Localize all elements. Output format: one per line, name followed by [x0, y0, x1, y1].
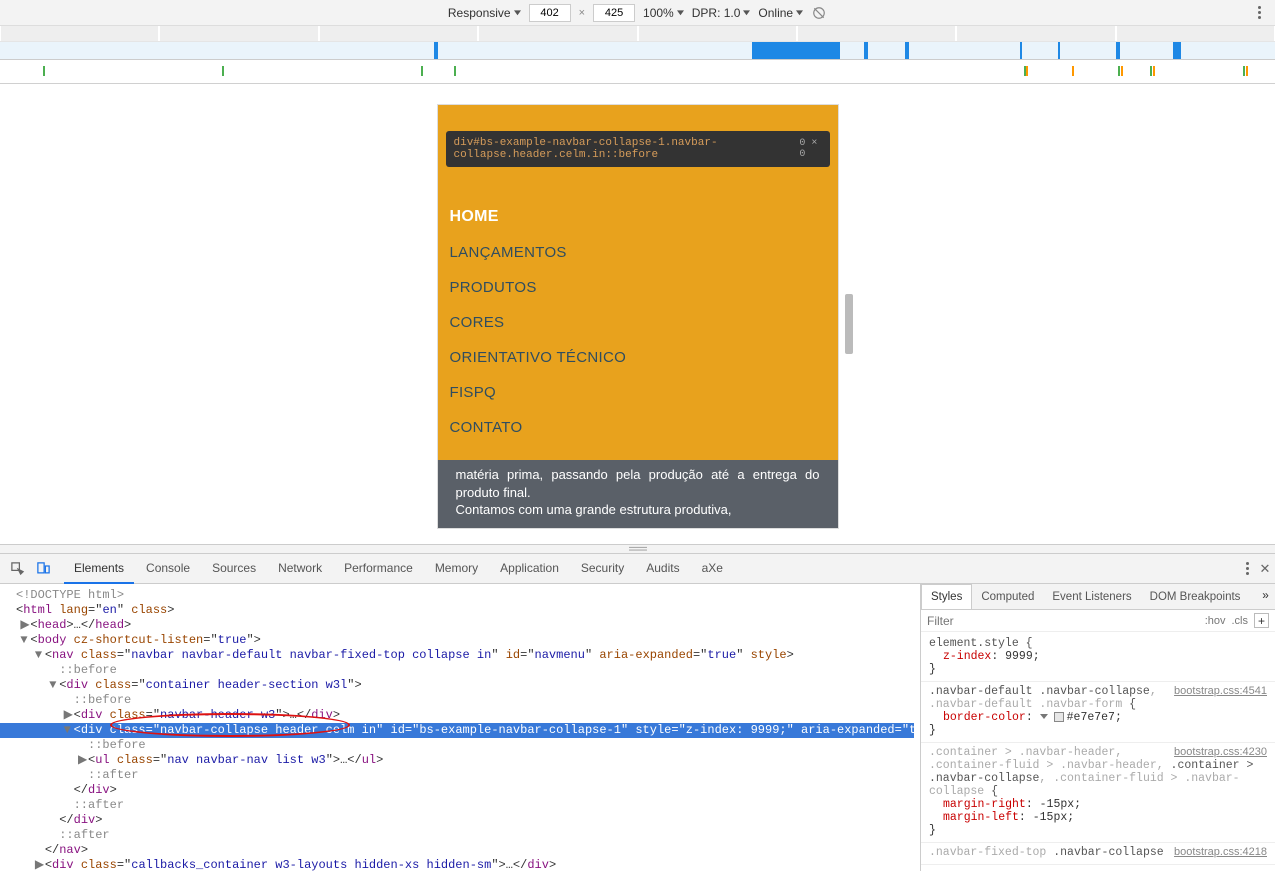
viewport-resize-handle[interactable]: [845, 294, 853, 354]
css-property[interactable]: margin-right: -15px;: [929, 798, 1267, 811]
tab-axe[interactable]: aXe: [692, 554, 733, 584]
tab-memory[interactable]: Memory: [425, 554, 488, 584]
dom-line[interactable]: ▼<div class="navbar-collapse header celm…: [6, 723, 914, 738]
rule-source-link[interactable]: bootstrap.css:4218: [1174, 846, 1267, 858]
styles-rules-list[interactable]: element.style {z-index: 9999;}bootstrap.…: [921, 632, 1275, 871]
tooltip-dimensions: 0 × 0: [799, 138, 821, 160]
device-viewport-area: div#bs-example-navbar-collapse-1.navbar-…: [0, 84, 1275, 544]
styles-tab-styles[interactable]: Styles: [921, 584, 972, 609]
dom-line[interactable]: ::before: [6, 663, 914, 678]
dom-line[interactable]: ▶<ul class="nav navbar-nav list w3">…</u…: [6, 753, 914, 768]
dom-line[interactable]: <!DOCTYPE html>: [6, 588, 914, 603]
device-toolbar: Responsive × 100% DPR: 1.0 Online: [0, 0, 1275, 26]
styles-tab-dom-breakpoints[interactable]: DOM Breakpoints: [1141, 585, 1250, 609]
styles-filter-row: :hov .cls +: [921, 610, 1275, 632]
styles-tab-event-listeners[interactable]: Event Listeners: [1043, 585, 1140, 609]
tab-console[interactable]: Console: [136, 554, 200, 584]
styles-tabs-overflow-icon[interactable]: »: [1256, 590, 1275, 603]
marker-ruler: [0, 60, 1275, 84]
dom-line[interactable]: ▼<body cz-shortcut-listen="true">: [6, 633, 914, 648]
new-style-rule-button[interactable]: +: [1254, 613, 1269, 628]
nav-item-cores[interactable]: CORES: [450, 305, 826, 340]
panel-resize-handle[interactable]: [0, 544, 1275, 554]
toggle-device-icon[interactable]: [31, 557, 55, 581]
zoom-select[interactable]: 100%: [643, 6, 684, 20]
site-nav-menu: HOMELANÇAMENTOSPRODUTOSCORESORIENTATIVO …: [450, 199, 826, 445]
tab-application[interactable]: Application: [490, 554, 569, 584]
throttle-select[interactable]: Online: [758, 6, 803, 20]
styles-panel: StylesComputedEvent ListenersDOM Breakpo…: [920, 584, 1275, 871]
nav-item-orientativo-técnico[interactable]: ORIENTATIVO TÉCNICO: [450, 340, 826, 375]
elements-dom-tree[interactable]: <!DOCTYPE html> <html lang="en" class> ▶…: [0, 584, 920, 871]
throttle-label: Online: [758, 6, 793, 20]
css-property[interactable]: z-index: 9999;: [929, 650, 1267, 663]
devtools-more-icon[interactable]: [1239, 561, 1255, 577]
emulated-viewport[interactable]: div#bs-example-navbar-collapse-1.navbar-…: [437, 104, 839, 529]
rotate-icon[interactable]: [811, 5, 827, 21]
toolbar-more-icon[interactable]: [1251, 5, 1267, 21]
dpr-select[interactable]: DPR: 1.0: [692, 6, 751, 20]
timeline-bar[interactable]: [0, 42, 1275, 60]
styles-tab-computed[interactable]: Computed: [972, 585, 1043, 609]
styles-tabbar: StylesComputedEvent ListenersDOM Breakpo…: [921, 584, 1275, 610]
dom-line[interactable]: ::after: [6, 828, 914, 843]
nav-item-contato[interactable]: CONTATO: [450, 410, 826, 445]
css-property[interactable]: border-color: #e7e7e7;: [929, 711, 1267, 724]
nav-item-lançamentos[interactable]: LANÇAMENTOS: [450, 235, 826, 270]
css-property[interactable]: margin-left: -15px;: [929, 811, 1267, 824]
tab-audits[interactable]: Audits: [636, 554, 689, 584]
device-label: Responsive: [448, 6, 511, 20]
rule-source-link[interactable]: bootstrap.css:4541: [1174, 685, 1267, 697]
dom-line[interactable]: </nav>: [6, 843, 914, 858]
inspect-element-icon[interactable]: [5, 557, 29, 581]
dom-line[interactable]: ▶<div class="callbacks_container w3-layo…: [6, 858, 914, 871]
zoom-label: 100%: [643, 6, 674, 20]
nav-item-fispq[interactable]: FISPQ: [450, 375, 826, 410]
breakpoint-ruler: [0, 26, 1275, 42]
rule-selector[interactable]: element.style {: [929, 637, 1267, 650]
rule-source-link[interactable]: bootstrap.css:4230: [1174, 746, 1267, 758]
dom-line[interactable]: ▼<nav class="navbar navbar-default navba…: [6, 648, 914, 663]
dom-line[interactable]: </div>: [6, 813, 914, 828]
dom-line[interactable]: ▼<div class="container header-section w3…: [6, 678, 914, 693]
tab-sources[interactable]: Sources: [202, 554, 266, 584]
tab-security[interactable]: Security: [571, 554, 634, 584]
element-tooltip: div#bs-example-navbar-collapse-1.navbar-…: [446, 131, 830, 167]
hov-toggle[interactable]: :hov: [1205, 615, 1226, 627]
device-select[interactable]: Responsive: [448, 6, 521, 20]
devtools-close-icon[interactable]: ✕: [1255, 561, 1275, 577]
tooltip-selector: div#bs-example-navbar-collapse-1.navbar-…: [454, 137, 800, 161]
viewport-width-input[interactable]: [529, 4, 571, 22]
devtools-tabbar: ElementsConsoleSourcesNetworkPerformance…: [0, 554, 1275, 584]
tab-network[interactable]: Network: [268, 554, 332, 584]
dom-line[interactable]: ▶<head>…</head>: [6, 618, 914, 633]
viewport-height-input[interactable]: [593, 4, 635, 22]
nav-item-home[interactable]: HOME: [450, 199, 826, 235]
tab-performance[interactable]: Performance: [334, 554, 423, 584]
dom-line[interactable]: ::after: [6, 768, 914, 783]
dom-line[interactable]: ::before: [6, 693, 914, 708]
footer-text-2: Contamos com uma grande estrutura produt…: [456, 501, 820, 519]
tab-elements[interactable]: Elements: [64, 554, 134, 584]
site-content-footer: matéria prima, passando pela produção at…: [438, 460, 838, 528]
dom-line[interactable]: <html lang="en" class>: [6, 603, 914, 618]
cls-toggle[interactable]: .cls: [1232, 615, 1249, 627]
nav-item-produtos[interactable]: PRODUTOS: [450, 270, 826, 305]
dom-line[interactable]: ::before: [6, 738, 914, 753]
dom-line[interactable]: </div>: [6, 783, 914, 798]
dimension-separator: ×: [579, 7, 585, 19]
styles-filter-input[interactable]: [927, 614, 1199, 628]
dom-line[interactable]: ▶<div class="navbar-header w3">…</div>: [6, 708, 914, 723]
dom-line[interactable]: ::after: [6, 798, 914, 813]
footer-text-1: matéria prima, passando pela produção at…: [456, 466, 820, 501]
dpr-label: DPR: 1.0: [692, 6, 741, 20]
